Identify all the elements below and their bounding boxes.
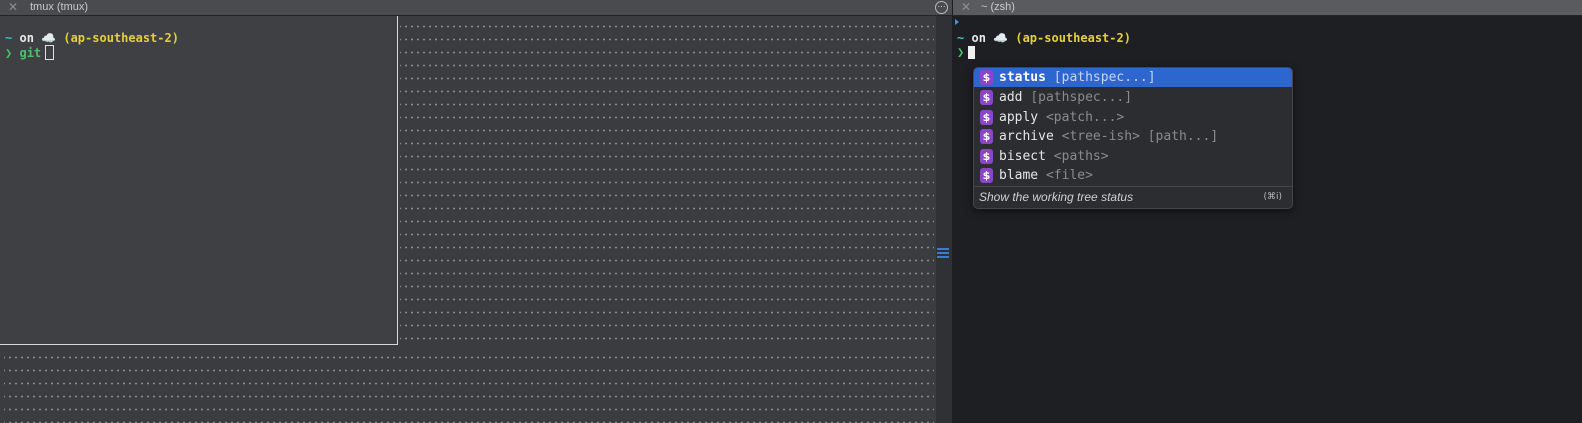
divider: [974, 186, 1292, 187]
text-cursor: [45, 45, 55, 60]
home-tilde: ~: [957, 31, 965, 45]
suggestion-args: <paths>: [1053, 149, 1109, 164]
typed-command: git: [19, 46, 42, 60]
zsh-window: ✕ ~ (zsh) ~ on ☁️ (ap-southeast-2) ❯: [953, 0, 1582, 423]
autocomplete-item-status[interactable]: $ status [pathspec...]: [974, 68, 1292, 87]
suggestion-name: blame: [999, 168, 1039, 183]
shell-command-icon: $: [980, 129, 993, 144]
tmux-titlebar: ✕ tmux (tmux) ⋯: [0, 0, 952, 16]
prompt-arrow-icon: ❯: [5, 46, 13, 60]
suggestion-name: archive: [999, 129, 1054, 144]
text-cursor: [968, 46, 976, 59]
prompt-arrow-icon: ❯: [957, 45, 965, 59]
suggestion-args: [pathspec...]: [1030, 90, 1133, 105]
suggestion-args: <tree-ish> [path...]: [1061, 129, 1219, 144]
prompt-line-1: ~ on ☁️ (ap-southeast-2): [957, 31, 1131, 45]
cloud-icon: ☁️: [41, 31, 57, 45]
autocomplete-item-apply[interactable]: $ apply <patch...>: [974, 108, 1292, 127]
shell-command-icon: $: [980, 110, 993, 125]
suggestion-name: bisect: [999, 149, 1046, 164]
zsh-titlebar: ✕ ~ (zsh): [953, 0, 1582, 16]
prompt-on: on: [971, 31, 986, 45]
shortcut-hint: (⌘i): [1263, 192, 1282, 202]
shell-command-icon: $: [980, 168, 993, 183]
cloud-icon: ☁️: [993, 31, 1009, 45]
tmux-inactive-pane-bottom[interactable]: [4, 347, 934, 423]
aws-region: (ap-southeast-2): [63, 31, 179, 45]
tmux-window: ✕ tmux (tmux) ⋯ ~ on ☁️ (ap-southeast-2)…: [0, 0, 952, 423]
autocomplete-popup: $ status [pathspec...] $ add [pathspec..…: [973, 67, 1293, 209]
suggestion-args: <patch...>: [1045, 110, 1125, 125]
more-options-icon[interactable]: ⋯: [935, 1, 948, 14]
tmux-inactive-pane-right[interactable]: [400, 16, 934, 347]
autocomplete-item-add[interactable]: $ add [pathspec...]: [974, 88, 1292, 107]
shell-command-icon: $: [980, 149, 993, 164]
autocomplete-item-bisect[interactable]: $ bisect <paths>: [974, 147, 1292, 166]
prompt-line-1: ~ on ☁️ (ap-southeast-2): [5, 31, 179, 45]
shell-command-icon: $: [980, 70, 993, 85]
prompt-on: on: [19, 31, 34, 45]
shell-command-icon: $: [980, 90, 993, 105]
window-title: ~ (zsh): [981, 1, 1015, 13]
autocomplete-item-archive[interactable]: $ archive <tree-ish> [path...]: [974, 127, 1292, 146]
close-icon[interactable]: ✕: [8, 0, 18, 15]
aws-region: (ap-southeast-2): [1015, 31, 1131, 45]
prompt-line-2[interactable]: ❯: [957, 45, 976, 59]
window-title: tmux (tmux): [30, 1, 89, 13]
prompt-line-2: ❯ git: [5, 45, 55, 60]
mark-triangle-icon: [955, 19, 959, 25]
suggestion-name: status: [999, 70, 1046, 85]
tmux-active-pane[interactable]: ~ on ☁️ (ap-southeast-2) ❯ git: [0, 16, 398, 345]
suggestion-name: apply: [999, 110, 1039, 125]
suggestion-args: <file>: [1045, 168, 1093, 183]
suggestion-description: Show the working tree status: [979, 190, 1134, 204]
home-tilde: ~: [5, 31, 13, 45]
autocomplete-item-blame[interactable]: $ blame <file>: [974, 166, 1292, 185]
suggestion-name: add: [999, 90, 1023, 105]
close-icon[interactable]: ✕: [961, 0, 971, 15]
scrollbar-thumb[interactable]: [937, 248, 949, 259]
scrollbar[interactable]: [936, 16, 952, 423]
suggestion-args: [pathspec...]: [1053, 70, 1156, 85]
